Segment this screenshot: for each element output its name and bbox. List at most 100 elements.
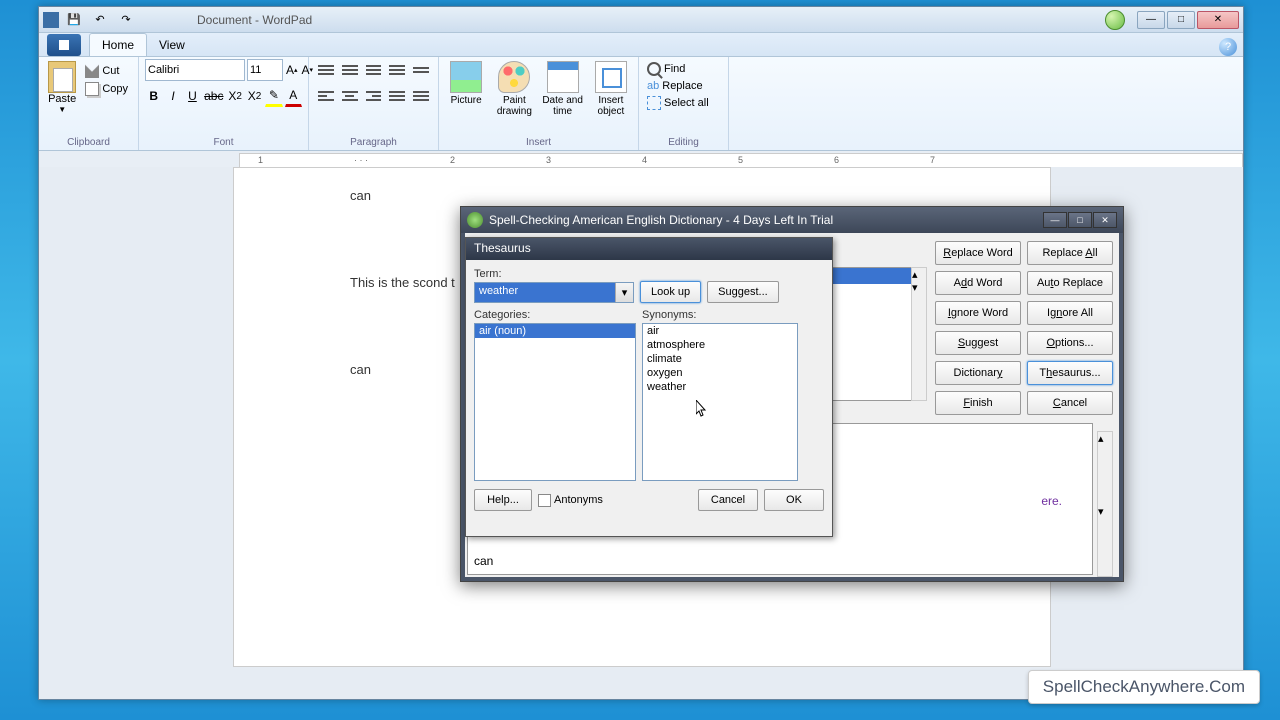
align-center-button[interactable] [339, 85, 361, 107]
redo-icon[interactable]: ↷ [115, 9, 137, 31]
synonym-item[interactable]: atmosphere [643, 338, 797, 352]
spell-context-scrollbar[interactable]: ▴▾ [1097, 431, 1113, 577]
options-button[interactable]: Options... [1027, 331, 1113, 355]
thes-suggest-button[interactable]: Suggest... [707, 281, 779, 303]
chevron-down-icon[interactable]: ▾ [615, 283, 633, 302]
auto-replace-button[interactable]: Auto Replace [1027, 271, 1113, 295]
superscript-button[interactable]: X2 [246, 85, 263, 107]
tab-home[interactable]: Home [89, 33, 147, 56]
replace-word-button[interactable]: Replace Word [935, 241, 1021, 265]
font-group: A▴ A▾ B I U abc X2 X2 ✎ A Font [139, 57, 309, 150]
editing-group: Find abReplace Select all Editing [639, 57, 729, 150]
insert-object-button[interactable]: Insert object [590, 61, 632, 148]
ignore-word-button[interactable]: Ignore Word [935, 301, 1021, 325]
editing-group-label: Editing [639, 137, 728, 148]
minimize-button[interactable]: — [1137, 11, 1165, 29]
clipboard-group: Paste ▼ Cut Copy Clipboard [39, 57, 139, 150]
undo-icon[interactable]: ↶ [89, 9, 111, 31]
category-item[interactable]: air (noun) [475, 324, 635, 338]
antonyms-checkbox[interactable]: Antonyms [538, 494, 603, 507]
spell-list-scrollbar[interactable]: ▴▾ [911, 267, 927, 401]
thes-cancel-button[interactable]: Cancel [698, 489, 758, 511]
window-title: Document - WordPad [197, 13, 312, 27]
paragraph-group: Paragraph [309, 57, 439, 150]
spell-bottom-word: can [474, 554, 493, 568]
cancel-button[interactable]: Cancel [1027, 391, 1113, 415]
line-spacing-button[interactable] [386, 59, 408, 81]
paint-drawing-button[interactable]: Paint drawing [493, 61, 535, 148]
select-all-button[interactable]: Select all [645, 95, 722, 111]
decrease-indent-button[interactable] [315, 59, 337, 81]
help-icon[interactable]: ? [1219, 38, 1237, 56]
date-time-button[interactable]: Date and time [542, 61, 584, 148]
finish-button[interactable]: Finish [935, 391, 1021, 415]
spellcheck-titlebar[interactable]: Spell-Checking American English Dictiona… [461, 207, 1123, 233]
insert-group: Picture Paint drawing Date and time Inse… [439, 57, 639, 150]
synonyms-label: Synonyms: [642, 309, 798, 321]
save-icon[interactable]: 💾 [63, 9, 85, 31]
font-size-select[interactable] [247, 59, 283, 81]
find-button[interactable]: Find [645, 61, 722, 77]
underline-button[interactable]: U [184, 85, 201, 107]
align-left-button[interactable] [315, 85, 337, 107]
highlight-button[interactable]: ✎ [265, 85, 282, 107]
copy-icon [85, 82, 99, 96]
bold-button[interactable]: B [145, 85, 162, 107]
para-dialog-button[interactable] [410, 59, 432, 81]
term-combobox[interactable]: weather ▾ [474, 282, 634, 303]
spell-maximize-button[interactable]: □ [1068, 212, 1092, 228]
font-group-label: Font [139, 137, 308, 148]
spell-buttons-panel: Replace Word Replace All Add Word Auto R… [935, 241, 1113, 415]
paste-button[interactable]: Paste ▼ [45, 59, 79, 116]
replace-button[interactable]: abReplace [645, 79, 722, 93]
app-icon [43, 12, 59, 28]
subscript-button[interactable]: X2 [226, 85, 243, 107]
thesaurus-dialog: Thesaurus Term: weather ▾ Look up Sugges… [465, 237, 833, 537]
categories-list[interactable]: air (noun) [474, 323, 636, 481]
paragraph-settings-button[interactable] [410, 85, 432, 107]
synonym-item[interactable]: weather [643, 380, 797, 394]
ok-button[interactable]: OK [764, 489, 824, 511]
spell-link-fragment: ere. [1041, 494, 1062, 508]
synonyms-list[interactable]: air atmosphere climate oxygen weather [642, 323, 798, 481]
picture-icon [450, 61, 482, 93]
date-icon [547, 61, 579, 93]
replace-all-button[interactable]: Replace All [1027, 241, 1113, 265]
spell-close-button[interactable]: ✕ [1093, 212, 1117, 228]
bullets-button[interactable] [363, 59, 385, 81]
mouse-cursor [696, 400, 708, 418]
maximize-button[interactable]: □ [1167, 11, 1195, 29]
spell-suggestions-list[interactable] [831, 267, 921, 401]
synonym-item[interactable]: oxygen [643, 366, 797, 380]
increase-indent-button[interactable] [339, 59, 361, 81]
align-right-button[interactable] [363, 85, 385, 107]
justify-button[interactable] [386, 85, 408, 107]
ignore-all-button[interactable]: Ignore All [1027, 301, 1113, 325]
copy-button[interactable]: Copy [83, 81, 130, 97]
font-color-button[interactable]: A [285, 85, 302, 107]
tab-view[interactable]: View [147, 34, 197, 56]
grow-font-button[interactable]: A▴ [285, 59, 299, 81]
italic-button[interactable]: I [164, 85, 181, 107]
help-button[interactable]: Help... [474, 489, 532, 511]
paste-label: Paste [48, 93, 76, 105]
checkbox-icon [538, 494, 551, 507]
strikethrough-button[interactable]: abc [203, 85, 224, 107]
ribbon-tabstrip: Home View ? [39, 33, 1243, 57]
suggest-button[interactable]: Suggest [935, 331, 1021, 355]
add-word-button[interactable]: Add Word [935, 271, 1021, 295]
dictionary-button[interactable]: Dictionary [935, 361, 1021, 385]
lookup-button[interactable]: Look up [640, 281, 701, 303]
spellcheck-orb-icon[interactable] [1105, 10, 1125, 30]
doc-text-line: can [350, 188, 934, 203]
thesaurus-button[interactable]: Thesaurus... [1027, 361, 1113, 385]
font-name-select[interactable] [145, 59, 245, 81]
close-button[interactable]: ✕ [1197, 11, 1239, 29]
spell-minimize-button[interactable]: — [1043, 212, 1067, 228]
picture-button[interactable]: Picture [445, 61, 487, 148]
app-menu-button[interactable] [47, 34, 81, 56]
synonym-item[interactable]: climate [643, 352, 797, 366]
synonym-item[interactable]: air [643, 324, 797, 338]
thesaurus-titlebar[interactable]: Thesaurus [466, 238, 832, 260]
cut-button[interactable]: Cut [83, 63, 130, 79]
